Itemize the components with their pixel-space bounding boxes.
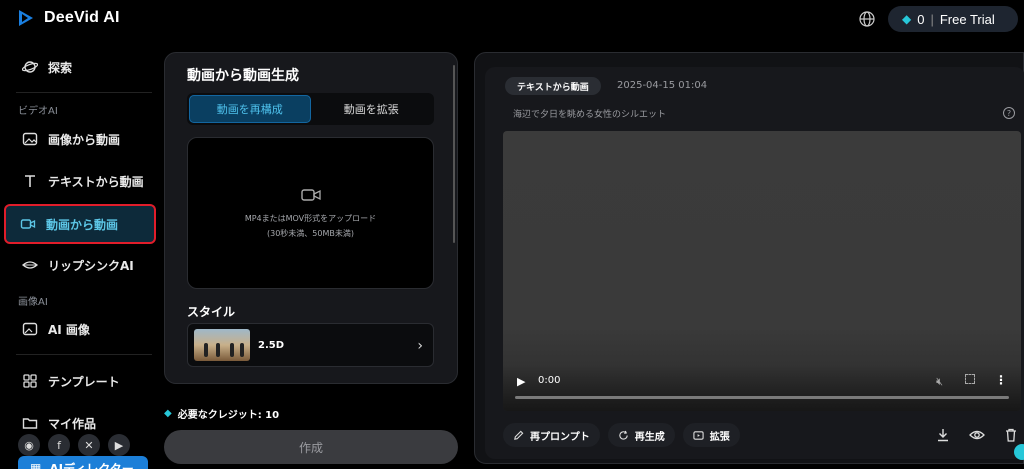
youtube-icon[interactable]: ▶ <box>108 434 130 456</box>
facebook-icon[interactable]: f <box>48 434 70 456</box>
mode-tabs: 動画を再構成 動画を拡張 <box>187 93 434 125</box>
sidebar-item-ai-image[interactable]: AI 画像 <box>8 312 152 346</box>
grid-icon <box>23 374 37 388</box>
reprompt-button[interactable]: 再プロンプト <box>503 423 600 447</box>
diamond-icon: ◆ <box>164 408 172 419</box>
app-root: DeeVid AI ◆ 0 | Free Trial 探索 ビデオAI 画像から… <box>0 0 1024 469</box>
sidebar-item-text-to-video[interactable]: テキストから動画 <box>8 164 152 198</box>
chevron-right-icon: › <box>417 338 423 354</box>
extend-label: 拡張 <box>709 431 730 443</box>
free-trial-button[interactable]: ◆ 0 | Free Trial <box>888 6 1018 32</box>
result-actions: 再プロンプト 再生成 拡張 <box>503 423 740 447</box>
video-time: 0:00 <box>538 375 561 386</box>
planet-icon <box>22 61 38 73</box>
divider <box>16 92 152 93</box>
generation-panel: 動画から動画生成 動画を再構成 動画を拡張 MP4またはMOV形式をアップロード… <box>164 52 458 384</box>
clapper-icon: ▦ <box>30 461 42 469</box>
sidebar-item-label: マイ作品 <box>48 416 97 431</box>
chat-support-icon[interactable] <box>1014 444 1024 460</box>
sidebar-item-label: 動画から動画 <box>46 217 119 232</box>
logo-icon <box>19 10 33 26</box>
diamond-icon: ◆ <box>902 12 912 26</box>
video-camera-icon <box>20 219 36 229</box>
mute-icon[interactable]: 🔇︎ <box>936 375 943 389</box>
credits-count: 0 <box>917 11 925 27</box>
help-icon[interactable]: ? <box>1003 107 1015 119</box>
x-icon[interactable]: ✕ <box>78 434 100 456</box>
image-icon <box>22 132 38 146</box>
discord-icon[interactable]: ◉ <box>18 434 40 456</box>
panel-title: 動画から動画生成 <box>187 68 299 84</box>
more-options-icon[interactable]: ⋮ <box>995 373 1007 387</box>
sidebar-item-label: リップシンクAI <box>48 258 134 273</box>
image-edit-icon <box>22 322 38 336</box>
fullscreen-icon[interactable] <box>965 374 975 384</box>
sidebar-item-label: 探索 <box>48 60 73 75</box>
sidebar-item-label: AI 画像 <box>48 322 90 337</box>
video-controls: ▶ 0:00 🔇︎ ⋮ <box>503 365 1021 411</box>
regenerate-label: 再生成 <box>634 431 665 443</box>
logo-text: DeeVid AI <box>44 9 120 26</box>
logo[interactable]: DeeVid AI <box>16 8 120 28</box>
video-upload-dropzone[interactable]: MP4またはMOV形式をアップロード (30秒未満、50MB未満) <box>187 137 434 289</box>
style-name: 2.5D <box>258 339 285 351</box>
text-icon <box>25 175 35 187</box>
style-label: スタイル <box>187 305 236 319</box>
style-selector[interactable]: 2.5D › <box>187 323 434 367</box>
regenerate-button[interactable]: 再生成 <box>607 423 675 447</box>
sidebar-item-lipsync[interactable]: リップシンクAI <box>8 248 152 282</box>
sidebar-item-label: テンプレート <box>48 374 120 389</box>
eye-icon[interactable] <box>969 427 985 443</box>
trash-icon[interactable] <box>1003 427 1019 443</box>
language-globe-icon[interactable] <box>858 10 876 28</box>
result-type-badge: テキストから動画 <box>505 77 601 95</box>
tab-extend[interactable]: 動画を拡張 <box>311 95 433 123</box>
required-credits-label: 必要なクレジット: 10 <box>177 410 280 421</box>
separator: | <box>930 11 934 27</box>
section-label-video: ビデオAI <box>18 106 58 117</box>
video-player[interactable]: ▶ 0:00 🔇︎ ⋮ <box>503 131 1021 411</box>
create-button[interactable]: 作成 <box>164 430 458 464</box>
reprompt-label: 再プロンプト <box>530 431 590 443</box>
pencil-icon <box>514 430 524 440</box>
divider <box>16 354 152 355</box>
required-credits: ◆ 必要なクレジット: 10 <box>164 406 279 421</box>
folder-icon <box>22 418 38 429</box>
lips-icon <box>22 261 38 269</box>
download-icon[interactable] <box>935 427 951 443</box>
sidebar-item-label: テキストから動画 <box>48 174 144 189</box>
results-panel: テキストから動画 2025-04-15 01:04 海辺で夕日を眺める女性のシル… <box>474 52 1024 464</box>
upload-limits: (30秒未満、50MB未満) <box>267 229 354 238</box>
sidebar: 探索 ビデオAI 画像から動画 テキストから動画 動画から動画 リップシンクAI… <box>0 42 160 469</box>
extend-icon <box>693 430 704 440</box>
sidebar-item-explore[interactable]: 探索 <box>8 50 152 84</box>
style-thumbnail <box>194 329 250 361</box>
sidebar-item-video-to-video[interactable]: 動画から動画 <box>6 206 154 242</box>
result-prompt: 海辺で夕日を眺める女性のシルエット <box>513 110 667 120</box>
play-icon[interactable]: ▶ <box>517 375 525 388</box>
social-links: ◉ f ✕ ▶ <box>18 434 130 456</box>
section-label-image: 画像AI <box>18 297 48 308</box>
result-date: 2025-04-15 01:04 <box>617 80 708 91</box>
video-progress-bar[interactable] <box>515 396 1009 399</box>
refresh-icon <box>619 430 628 440</box>
sidebar-item-image-to-video[interactable]: 画像から動画 <box>8 122 152 156</box>
ai-director-label: AIディレクター <box>49 461 134 469</box>
sidebar-item-label: 画像から動画 <box>48 132 121 147</box>
tab-restyle[interactable]: 動画を再構成 <box>189 95 311 123</box>
video-upload-icon <box>300 189 321 201</box>
extend-button[interactable]: 拡張 <box>682 423 740 447</box>
sidebar-item-templates[interactable]: テンプレート <box>8 364 152 398</box>
panel-scrollbar[interactable] <box>453 65 455 243</box>
ai-director-button[interactable]: ▦ AIディレクター <box>18 456 148 469</box>
result-tools <box>935 427 1019 443</box>
result-card: テキストから動画 2025-04-15 01:04 海辺で夕日を眺める女性のシル… <box>485 67 1024 459</box>
free-trial-label: Free Trial <box>939 11 995 27</box>
upload-hint: MP4またはMOV形式をアップロード <box>244 214 377 223</box>
